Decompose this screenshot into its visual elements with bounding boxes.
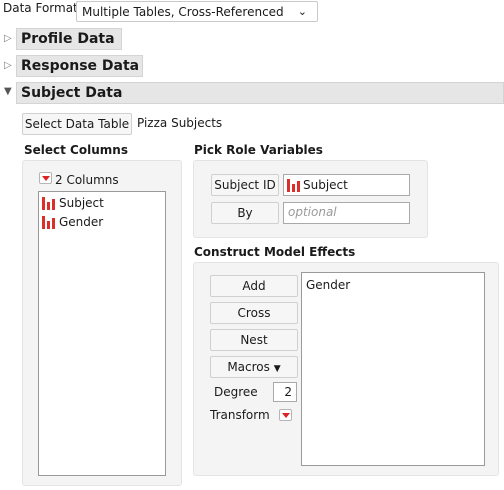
- section-title: Subject Data: [21, 85, 123, 101]
- column-list[interactable]: Subject Gender: [38, 191, 166, 476]
- list-item[interactable]: Gender: [306, 278, 350, 292]
- macros-label: Macros: [227, 360, 270, 374]
- section-profile-data[interactable]: Profile Data: [16, 28, 122, 50]
- dropdown-arrow-icon: ▼: [273, 364, 281, 374]
- degree-input[interactable]: 2: [273, 382, 297, 402]
- table-name-label: Pizza Subjects: [137, 116, 223, 130]
- transform-label: Transform: [210, 408, 270, 422]
- select-columns-heading: Select Columns: [24, 143, 128, 157]
- degree-label: Degree: [214, 385, 258, 399]
- continuous-column-icon: [287, 179, 300, 192]
- continuous-column-icon: [42, 216, 55, 229]
- section-subject-data[interactable]: Subject Data: [16, 82, 504, 104]
- column-name: Gender: [59, 215, 104, 229]
- macros-button[interactable]: Macros ▼: [210, 356, 298, 378]
- construct-effects-heading: Construct Model Effects: [194, 245, 356, 259]
- red-triangle-menu-icon[interactable]: [279, 409, 292, 421]
- data-format-value: Multiple Tables, Cross-Referenced: [82, 5, 284, 19]
- data-format-label: Data Format: [3, 1, 78, 15]
- cross-button[interactable]: Cross: [210, 302, 298, 324]
- section-title: Profile Data: [21, 31, 115, 47]
- expand-triangle-icon[interactable]: ▷: [4, 60, 12, 71]
- list-item[interactable]: Subject: [41, 195, 161, 213]
- pick-role-heading: Pick Role Variables: [194, 143, 323, 157]
- section-title: Response Data: [21, 58, 140, 74]
- subject-id-button[interactable]: Subject ID: [211, 174, 279, 196]
- by-button[interactable]: By: [211, 202, 279, 224]
- continuous-column-icon: [42, 197, 55, 210]
- list-item[interactable]: Gender: [41, 214, 161, 232]
- subject-id-value: Subject: [303, 178, 348, 192]
- expand-triangle-icon[interactable]: ▷: [4, 33, 12, 44]
- data-format-select[interactable]: Multiple Tables, Cross-Referenced ⌄: [76, 1, 318, 22]
- red-triangle-menu-icon[interactable]: [39, 172, 52, 184]
- by-field[interactable]: optional: [283, 202, 410, 224]
- chevron-down-icon: ⌄: [297, 5, 307, 18]
- column-count-label: 2 Columns: [55, 173, 119, 187]
- nest-button[interactable]: Nest: [210, 329, 298, 351]
- add-button[interactable]: Add: [210, 275, 298, 297]
- subject-id-field[interactable]: Subject: [283, 174, 410, 196]
- model-effects-list[interactable]: Gender: [301, 272, 485, 466]
- pick-role-panel: [193, 160, 428, 238]
- section-response-data[interactable]: Response Data: [16, 55, 143, 77]
- column-name: Subject: [59, 196, 104, 210]
- collapse-triangle-icon[interactable]: ▼: [4, 86, 12, 97]
- select-data-table-button[interactable]: Select Data Table: [22, 113, 132, 135]
